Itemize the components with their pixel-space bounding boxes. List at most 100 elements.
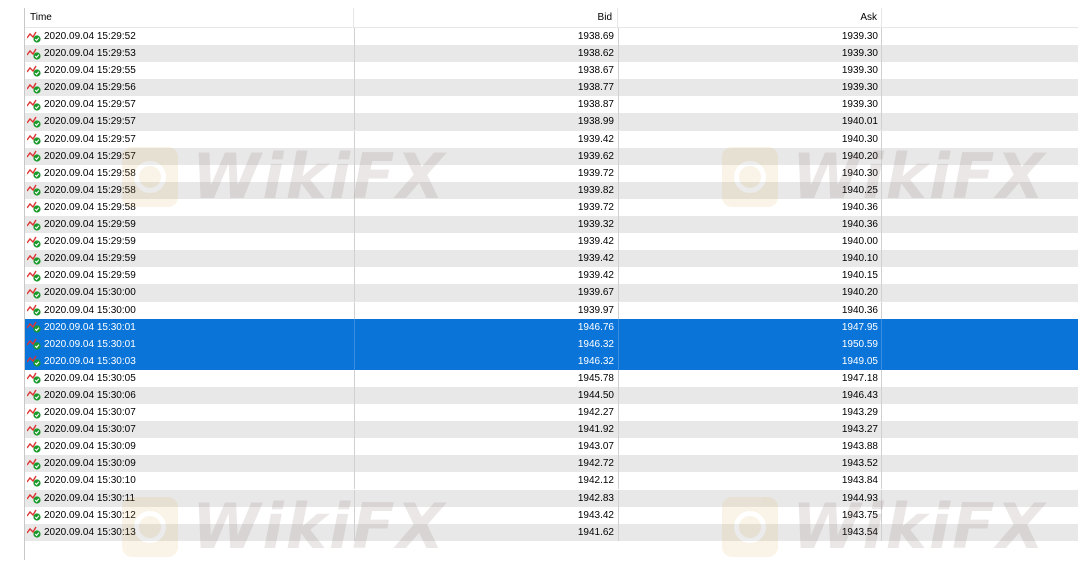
table-row[interactable]: 2020.09.04 15:29:58 1939.82 1940.25 xyxy=(25,181,1078,199)
table-row[interactable]: 2020.09.04 15:30:09 1942.72 1943.52 xyxy=(25,455,1078,473)
bid-cell: 1938.99 xyxy=(354,113,618,131)
tick-icon xyxy=(26,424,42,436)
bid-cell: 1939.82 xyxy=(354,181,618,199)
time-value: 2020.09.04 15:30:07 xyxy=(44,407,136,419)
ask-cell: 1944.93 xyxy=(618,489,882,507)
table-row[interactable]: 2020.09.04 15:30:07 1941.92 1943.27 xyxy=(25,421,1078,439)
time-value: 2020.09.04 15:30:03 xyxy=(44,355,136,367)
table-row[interactable]: 2020.09.04 15:29:57 1938.87 1939.30 xyxy=(25,96,1078,114)
table-row[interactable]: 2020.09.04 15:29:59 1939.42 1940.15 xyxy=(25,267,1078,285)
table-row[interactable]: 2020.09.04 15:30:01 1946.76 1947.95 xyxy=(25,318,1078,336)
table-row[interactable]: 2020.09.04 15:29:58 1939.72 1940.30 xyxy=(25,164,1078,182)
bid-cell: 1941.62 xyxy=(354,523,618,541)
bid-cell: 1942.72 xyxy=(354,455,618,473)
table-row[interactable]: 2020.09.04 15:30:09 1943.07 1943.88 xyxy=(25,438,1078,456)
time-cell: 2020.09.04 15:29:59 xyxy=(25,216,354,233)
table-row[interactable]: 2020.09.04 15:30:05 1945.78 1947.18 xyxy=(25,369,1078,387)
tick-icon xyxy=(26,184,42,196)
time-cell: 2020.09.04 15:29:58 xyxy=(25,199,354,216)
tick-icon xyxy=(26,65,42,77)
time-value: 2020.09.04 15:30:01 xyxy=(44,321,136,333)
ask-cell: 1943.52 xyxy=(618,455,882,473)
table-row[interactable]: 2020.09.04 15:29:57 1939.42 1940.30 xyxy=(25,130,1078,148)
ask-cell: 1940.20 xyxy=(618,147,882,165)
time-value: 2020.09.04 15:29:57 xyxy=(44,99,136,111)
time-value: 2020.09.04 15:30:07 xyxy=(44,424,136,436)
bid-cell: 1939.62 xyxy=(354,147,618,165)
bid-cell: 1943.42 xyxy=(354,506,618,524)
tick-icon xyxy=(26,509,42,521)
bid-cell: 1942.27 xyxy=(354,404,618,422)
time-cell: 2020.09.04 15:29:59 xyxy=(25,250,354,267)
table-row[interactable]: 2020.09.04 15:29:57 1938.99 1940.01 xyxy=(25,113,1078,131)
column-header-bid[interactable]: Bid xyxy=(354,8,618,27)
time-cell: 2020.09.04 15:30:10 xyxy=(25,472,354,489)
table-row[interactable]: 2020.09.04 15:29:59 1939.42 1940.10 xyxy=(25,250,1078,268)
tick-icon xyxy=(26,82,42,94)
table-row[interactable]: 2020.09.04 15:30:07 1942.27 1943.29 xyxy=(25,404,1078,422)
table-row[interactable]: 2020.09.04 15:29:59 1939.32 1940.36 xyxy=(25,216,1078,234)
time-cell: 2020.09.04 15:29:58 xyxy=(25,165,354,182)
table-row[interactable]: 2020.09.04 15:30:06 1944.50 1946.43 xyxy=(25,386,1078,405)
column-header-time[interactable]: Time xyxy=(25,8,354,27)
table-row[interactable]: 2020.09.04 15:29:56 1938.77 1939.30 xyxy=(25,79,1078,97)
bid-cell: 1942.83 xyxy=(354,489,618,507)
tick-icon xyxy=(26,201,42,214)
time-value: 2020.09.04 15:29:59 xyxy=(44,253,136,265)
time-value: 2020.09.04 15:30:10 xyxy=(44,475,136,487)
time-value: 2020.09.04 15:30:09 xyxy=(44,441,136,453)
ask-cell: 1943.29 xyxy=(618,404,882,422)
table-row[interactable]: 2020.09.04 15:29:57 1939.62 1940.20 xyxy=(25,147,1078,165)
tick-icon xyxy=(26,31,42,43)
column-header-ask[interactable]: Ask xyxy=(618,8,882,27)
ask-cell: 1950.59 xyxy=(618,335,882,353)
bid-cell: 1939.32 xyxy=(354,216,618,234)
ask-cell: 1946.43 xyxy=(618,386,882,404)
time-cell: 2020.09.04 15:30:01 xyxy=(25,319,354,336)
table-row[interactable]: 2020.09.04 15:30:13 1941.62 1943.54 xyxy=(25,523,1078,541)
tick-icon xyxy=(26,389,42,402)
time-cell: 2020.09.04 15:29:53 xyxy=(25,45,354,62)
ask-cell: 1947.18 xyxy=(618,369,882,387)
time-value: 2020.09.04 15:29:55 xyxy=(44,65,136,77)
time-cell: 2020.09.04 15:30:12 xyxy=(25,507,354,524)
table-row[interactable]: 2020.09.04 15:30:00 1939.97 1940.36 xyxy=(25,301,1078,319)
time-cell: 2020.09.04 15:29:56 xyxy=(25,79,354,96)
table-row[interactable]: 2020.09.04 15:30:03 1946.32 1949.05 xyxy=(25,352,1078,370)
time-cell: 2020.09.04 15:29:57 xyxy=(25,96,354,113)
ask-cell: 1940.00 xyxy=(618,233,882,251)
table-row[interactable]: 2020.09.04 15:29:59 1939.42 1940.00 xyxy=(25,233,1078,251)
bid-cell: 1946.32 xyxy=(354,352,618,370)
table-row[interactable]: 2020.09.04 15:30:10 1942.12 1943.84 xyxy=(25,472,1078,490)
table-row[interactable]: 2020.09.04 15:30:00 1939.67 1940.20 xyxy=(25,284,1078,302)
table-row[interactable]: 2020.09.04 15:29:53 1938.62 1939.30 xyxy=(25,45,1078,63)
time-value: 2020.09.04 15:30:00 xyxy=(44,304,136,316)
ask-cell: 1943.88 xyxy=(618,438,882,456)
bid-cell: 1938.62 xyxy=(354,45,618,63)
table-row[interactable]: 2020.09.04 15:30:01 1946.32 1950.59 xyxy=(25,335,1078,353)
bid-cell: 1941.92 xyxy=(354,421,618,439)
time-value: 2020.09.04 15:30:01 xyxy=(44,338,136,350)
ticks-table[interactable]: Time Bid Ask 2020.09.04 15:29:52 1938.69 1… xyxy=(24,8,1078,560)
table-row[interactable]: 2020.09.04 15:29:55 1938.67 1939.30 xyxy=(25,62,1078,80)
ask-cell: 1939.30 xyxy=(618,62,882,80)
bid-cell: 1939.42 xyxy=(354,250,618,268)
time-cell: 2020.09.04 15:29:57 xyxy=(25,148,354,165)
tick-icon xyxy=(26,270,42,282)
tick-icon xyxy=(26,219,42,231)
tick-icon xyxy=(26,526,42,538)
tick-icon xyxy=(26,99,42,111)
time-cell: 2020.09.04 15:29:52 xyxy=(25,28,354,45)
tick-icon xyxy=(26,236,42,248)
table-row[interactable]: 2020.09.04 15:29:58 1939.72 1940.36 xyxy=(25,198,1078,216)
time-cell: 2020.09.04 15:30:01 xyxy=(25,336,354,353)
ask-cell: 1940.36 xyxy=(618,301,882,319)
ask-cell: 1943.84 xyxy=(618,472,882,490)
table-row[interactable]: 2020.09.04 15:30:11 1942.83 1944.93 xyxy=(25,489,1078,507)
table-row[interactable]: 2020.09.04 15:30:12 1943.42 1943.75 xyxy=(25,506,1078,524)
time-value: 2020.09.04 15:30:00 xyxy=(44,287,136,299)
tick-icon xyxy=(26,458,42,470)
ask-cell: 1939.30 xyxy=(618,79,882,97)
table-row[interactable]: 2020.09.04 15:29:52 1938.69 1939.30 xyxy=(25,28,1078,45)
time-value: 2020.09.04 15:29:52 xyxy=(44,31,136,42)
